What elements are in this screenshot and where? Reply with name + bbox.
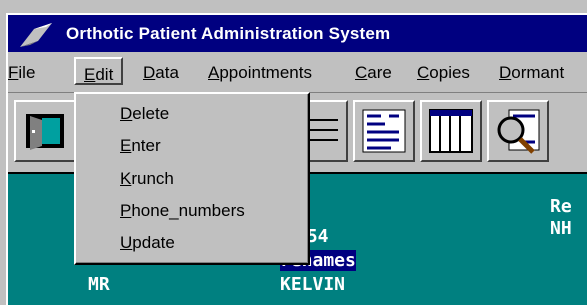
menu-edit[interactable]: Edit	[74, 57, 124, 85]
edit-menu-krunch[interactable]: Krunch	[120, 169, 174, 189]
grid-icon	[429, 109, 473, 153]
search-document-icon	[497, 109, 540, 154]
menu-copies[interactable]: Copies	[417, 63, 470, 83]
search-document-button[interactable]	[487, 100, 549, 162]
menu-dormant[interactable]: Dormant	[499, 63, 564, 83]
exit-door-icon	[26, 114, 64, 150]
patient-forename-value: KELVIN	[280, 274, 346, 295]
menu-care[interactable]: Care	[355, 63, 392, 83]
menu-appointments[interactable]: Appointments	[208, 63, 312, 83]
edit-menu-enter[interactable]: Enter	[120, 136, 161, 156]
grid-button[interactable]	[420, 100, 482, 162]
edit-menu-phone-numbers[interactable]: Phone_numbers	[120, 201, 245, 221]
application-window: Orthotic Patient Administration System F…	[0, 0, 587, 305]
text-document-button[interactable]	[353, 100, 415, 162]
menu-data[interactable]: Data	[143, 63, 179, 83]
menu-bar: File Edit Data Appointments Care Copies …	[8, 53, 587, 91]
window-title: Orthotic Patient Administration System	[66, 24, 391, 43]
app-logo-icon	[20, 23, 52, 47]
text-document-icon	[362, 109, 406, 153]
menu-file[interactable]: File	[8, 63, 35, 83]
title-bar[interactable]: Orthotic Patient Administration System	[8, 15, 587, 52]
edit-menu-dropdown: Delete Enter Krunch Phone_numbers Update	[74, 92, 310, 265]
edit-menu-delete[interactable]: Delete	[120, 104, 169, 124]
edit-menu-update[interactable]: Update	[120, 233, 175, 253]
record-label-right-2: NH	[550, 218, 572, 239]
record-label-right-1: Re	[550, 196, 572, 217]
exit-button[interactable]	[14, 100, 76, 162]
patient-title-value: MR	[88, 274, 110, 295]
